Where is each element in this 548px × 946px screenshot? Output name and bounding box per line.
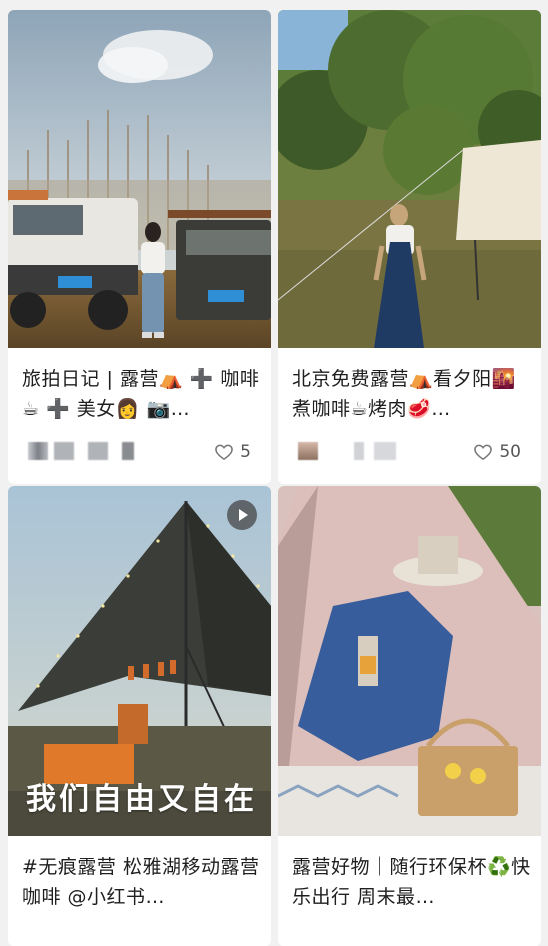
note-title[interactable]: 北京免费露营⛺看夕阳🌇煮咖啡☕烤肉🥩… [292,364,531,424]
heart-outline-icon [474,444,493,460]
bucket-hat-tent-photo [278,486,541,836]
cover-overlay-text: 我们自由又自在 [26,782,257,817]
note-feed: 旅拍日记 | 露营⛺ ➕ 咖啡☕ ➕ 美女👩 📷… 5 北京免费露营⛺看夕阳🌇煮… [0,0,548,946]
note-card[interactable]: 北京免费露营⛺看夕阳🌇煮咖啡☕烤肉🥩… 50 [278,10,541,484]
like-count: 5 [240,442,251,462]
author-avatar[interactable] [28,442,48,460]
author-name-blurred[interactable] [324,442,396,460]
note-meta: 5 [22,440,259,464]
note-meta: 50 [292,440,529,464]
note-title[interactable]: 旅拍日记 | 露营⛺ ➕ 咖啡☕ ➕ 美女👩 📷… [22,364,261,424]
note-card[interactable]: 我们自由又自在 #无痕露营 松雅湖移动露营咖啡 @小红书… [8,486,271,946]
note-card[interactable]: 露营好物｜随行环保杯♻️快乐出行 周末最… [278,486,541,946]
like-button[interactable]: 50 [473,440,521,464]
note-cover-image[interactable] [8,10,271,348]
woman-overalls-tent-photo [278,10,541,348]
video-badge [227,500,257,530]
heart-outline-icon [215,444,233,460]
note-cover-image[interactable] [278,486,541,836]
note-title[interactable]: #无痕露营 松雅湖移动露营咖啡 @小红书… [22,852,261,912]
note-title[interactable]: 露营好物｜随行环保杯♻️快乐出行 周末最… [292,852,531,912]
note-cover-image[interactable]: 我们自由又自在 [8,486,271,836]
note-card[interactable]: 旅拍日记 | 露营⛺ ➕ 咖啡☕ ➕ 美女👩 📷… 5 [8,10,271,484]
play-icon [239,509,248,521]
like-button[interactable]: 5 [214,440,251,464]
author-name-blurred[interactable] [54,442,134,460]
like-count: 50 [499,442,521,462]
note-cover-image[interactable] [278,10,541,348]
jeeps-camping-photo [8,10,271,348]
author-avatar[interactable] [298,442,318,460]
